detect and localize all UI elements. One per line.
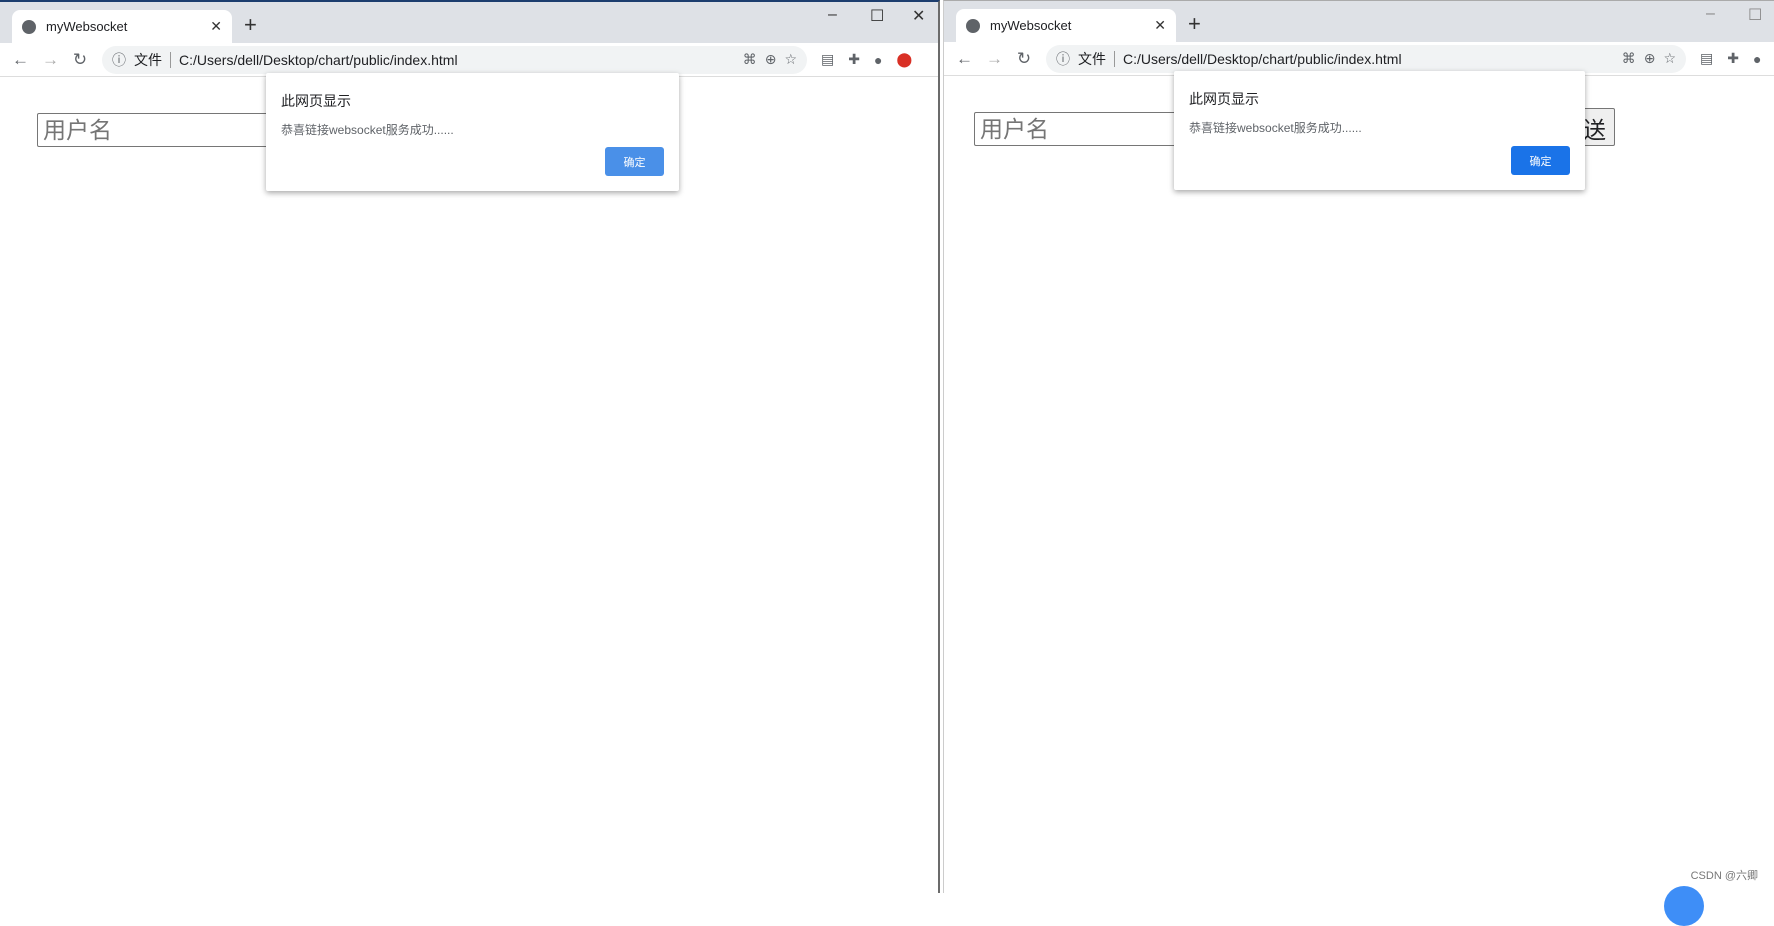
browser-window-left: myWebsocket ✕ + – ☐ ✕ ← → ↻ ⓘ 文件 C:/Users… [0,0,940,893]
minimize-button[interactable]: – [1706,5,1715,23]
browser-window-right: myWebsocket ✕ + – ☐ ← → ↻ ⓘ 文件 C:/Users/d… [943,0,1774,893]
page-content: 送 [944,77,1774,893]
tab-search-icon[interactable]: ▤ [1700,50,1713,67]
tab-bar: myWebsocket ✕ + – ☐ [944,1,1774,42]
dialog-message: 恭喜链接websocket服务成功...... [281,123,454,137]
tab-bar: myWebsocket ✕ + – ☐ ✕ [0,2,938,43]
tab-title: myWebsocket [990,18,1072,33]
extensions-icon[interactable]: ✚ [1727,50,1739,67]
maximize-button[interactable]: ☐ [1748,5,1762,25]
address-bar[interactable]: ⓘ 文件 C:/Users/dell/Desktop/chart/public/… [102,45,807,74]
page-content: 发送 [0,78,938,893]
globe-icon [22,19,36,34]
url-prefix: 文件 [1078,50,1106,67]
globe-icon [966,18,980,33]
address-bar[interactable]: ⓘ 文件 C:/Users/dell/Desktop/chart/public/… [1046,44,1686,73]
url-text[interactable]: C:/Users/dell/Desktop/chart/public/index… [1123,51,1614,67]
zoom-icon[interactable]: ⊕ [765,51,777,68]
reload-icon[interactable]: ↻ [72,50,88,70]
info-icon[interactable]: ⓘ [112,50,126,70]
url-text[interactable]: C:/Users/dell/Desktop/chart/public/index… [179,52,735,68]
close-tab-icon[interactable]: ✕ [210,18,222,35]
forward-icon[interactable]: → [42,50,59,70]
new-tab-button[interactable]: + [1188,11,1201,37]
star-icon[interactable]: ☆ [1663,50,1676,67]
tab-search-icon[interactable]: ▤ [821,51,834,68]
close-window-button[interactable]: ✕ [912,6,925,26]
profile-icon[interactable]: ● [874,52,882,68]
floating-button[interactable] [1664,886,1704,926]
dialog-title: 此网页显示 [1189,91,1259,107]
forward-icon[interactable]: → [986,49,1003,69]
close-tab-icon[interactable]: ✕ [1154,17,1166,34]
info-icon[interactable]: ⓘ [1056,49,1070,69]
minimize-button[interactable]: – [828,6,837,24]
zoom-icon[interactable]: ⊕ [1644,50,1656,67]
dialog-title: 此网页显示 [281,93,351,109]
back-icon[interactable]: ← [956,49,973,69]
alert-dialog: 此网页显示 恭喜链接websocket服务成功...... 确定 [266,73,679,191]
url-prefix: 文件 [134,51,162,68]
maximize-button[interactable]: ☐ [870,6,884,26]
ok-button[interactable]: 确定 [605,147,664,176]
alert-dialog: 此网页显示 恭喜链接websocket服务成功...... 确定 [1174,71,1585,190]
reload-icon[interactable]: ↻ [1016,49,1032,69]
translate-icon[interactable]: ⌘ [743,51,757,68]
profile-icon[interactable]: ● [1753,51,1761,67]
tab[interactable]: myWebsocket ✕ [956,9,1176,42]
extensions-icon[interactable]: ✚ [848,51,860,68]
tab[interactable]: myWebsocket ✕ [12,10,232,43]
translate-icon[interactable]: ⌘ [1622,50,1636,67]
update-icon[interactable]: ⬤ [896,51,912,68]
ok-button[interactable]: 确定 [1511,146,1570,175]
dialog-message: 恭喜链接websocket服务成功...... [1189,121,1362,135]
tab-title: myWebsocket [46,19,128,34]
new-tab-button[interactable]: + [244,12,257,38]
back-icon[interactable]: ← [12,50,29,70]
toolbar: ← → ↻ ⓘ 文件 C:/Users/dell/Desktop/chart/p… [0,43,938,77]
star-icon[interactable]: ☆ [784,51,797,68]
watermark: CSDN @六卿 [1690,870,1758,882]
